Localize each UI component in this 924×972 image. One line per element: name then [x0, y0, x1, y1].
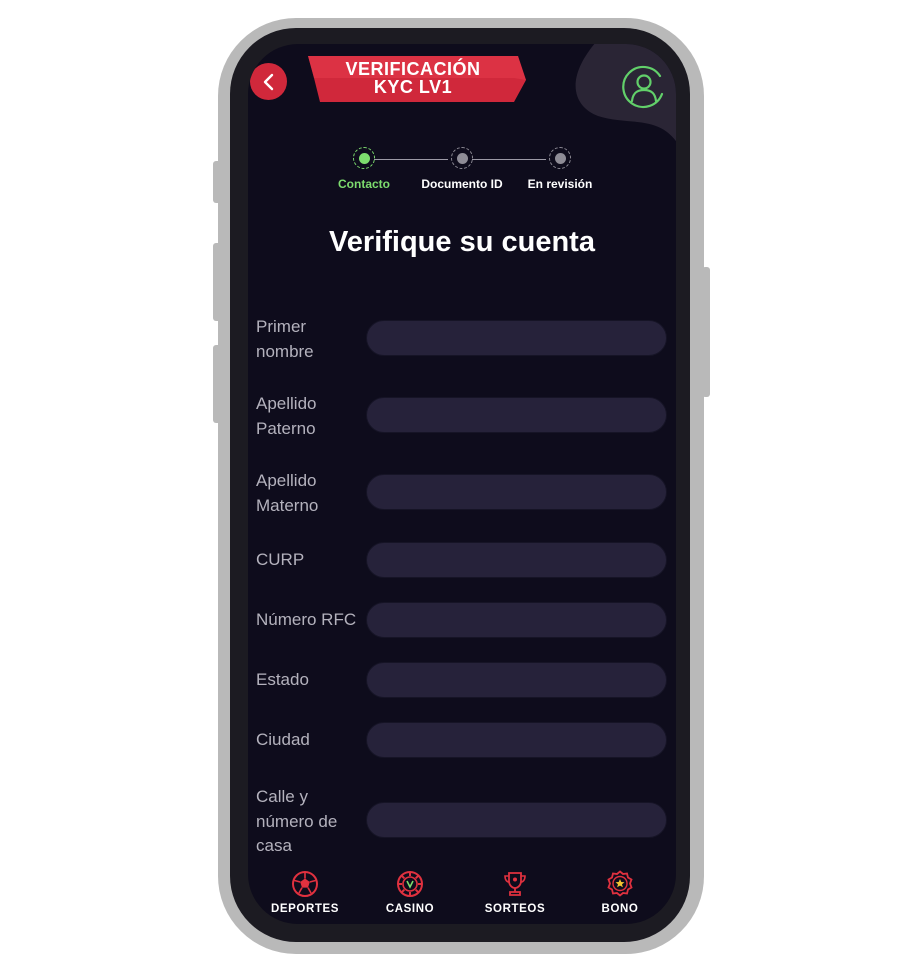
kyc-stepper: Contacto Documento ID En revisión — [248, 44, 676, 204]
step-indicator — [549, 147, 571, 169]
step-indicator — [451, 147, 473, 169]
trophy-icon — [504, 872, 526, 896]
field-label: Número RFC — [256, 610, 357, 629]
soccer-ball-icon — [292, 871, 318, 897]
step-indicator — [353, 147, 375, 169]
phone-mute-switch — [213, 161, 221, 203]
field-label: Primer nombre — [256, 317, 314, 361]
ciudad-input[interactable] — [366, 722, 667, 758]
step-en-revision: En revisión — [500, 147, 620, 191]
calle-numero-input[interactable] — [366, 802, 667, 838]
field-label: CURP — [256, 550, 305, 569]
primer-nombre-input[interactable] — [366, 320, 667, 356]
nav-item-bono[interactable]: BONO — [575, 870, 665, 915]
apellido-paterno-input[interactable] — [366, 397, 667, 433]
nav-label: SORTEOS — [484, 903, 546, 915]
nav-label: BONO — [601, 903, 639, 915]
field-label: Apellido Materno — [256, 471, 319, 515]
apellido-materno-input[interactable] — [366, 474, 667, 510]
bottom-nav: DEPORTES CASINO SORTEOS BONO — [248, 862, 676, 924]
estado-input[interactable] — [366, 662, 667, 698]
field-label: Estado — [256, 670, 309, 689]
numero-rfc-input[interactable] — [366, 602, 667, 638]
curp-input[interactable] — [366, 542, 667, 578]
phone-volume-up-button — [213, 243, 221, 321]
nav-label: DEPORTES — [270, 903, 340, 915]
nav-item-sorteos[interactable]: SORTEOS — [470, 870, 560, 915]
nav-label: CASINO — [385, 903, 435, 915]
nav-item-casino[interactable]: CASINO — [365, 870, 455, 915]
field-label: Apellido Paterno — [256, 394, 317, 438]
casino-chip-icon — [397, 871, 423, 897]
phone-volume-down-button — [213, 345, 221, 423]
field-label: Ciudad — [256, 730, 310, 749]
app-screen: VERIFICACIÓN KYC LV1 Contacto Documento … — [248, 44, 676, 924]
step-label: En revisión — [527, 177, 593, 191]
phone-power-button — [702, 267, 710, 397]
nav-item-deportes[interactable]: DEPORTES — [260, 870, 350, 915]
bonus-badge-icon — [607, 870, 633, 897]
field-label: Calle y número de casa — [256, 787, 338, 855]
page-title: Verifique su cuenta — [329, 226, 595, 258]
